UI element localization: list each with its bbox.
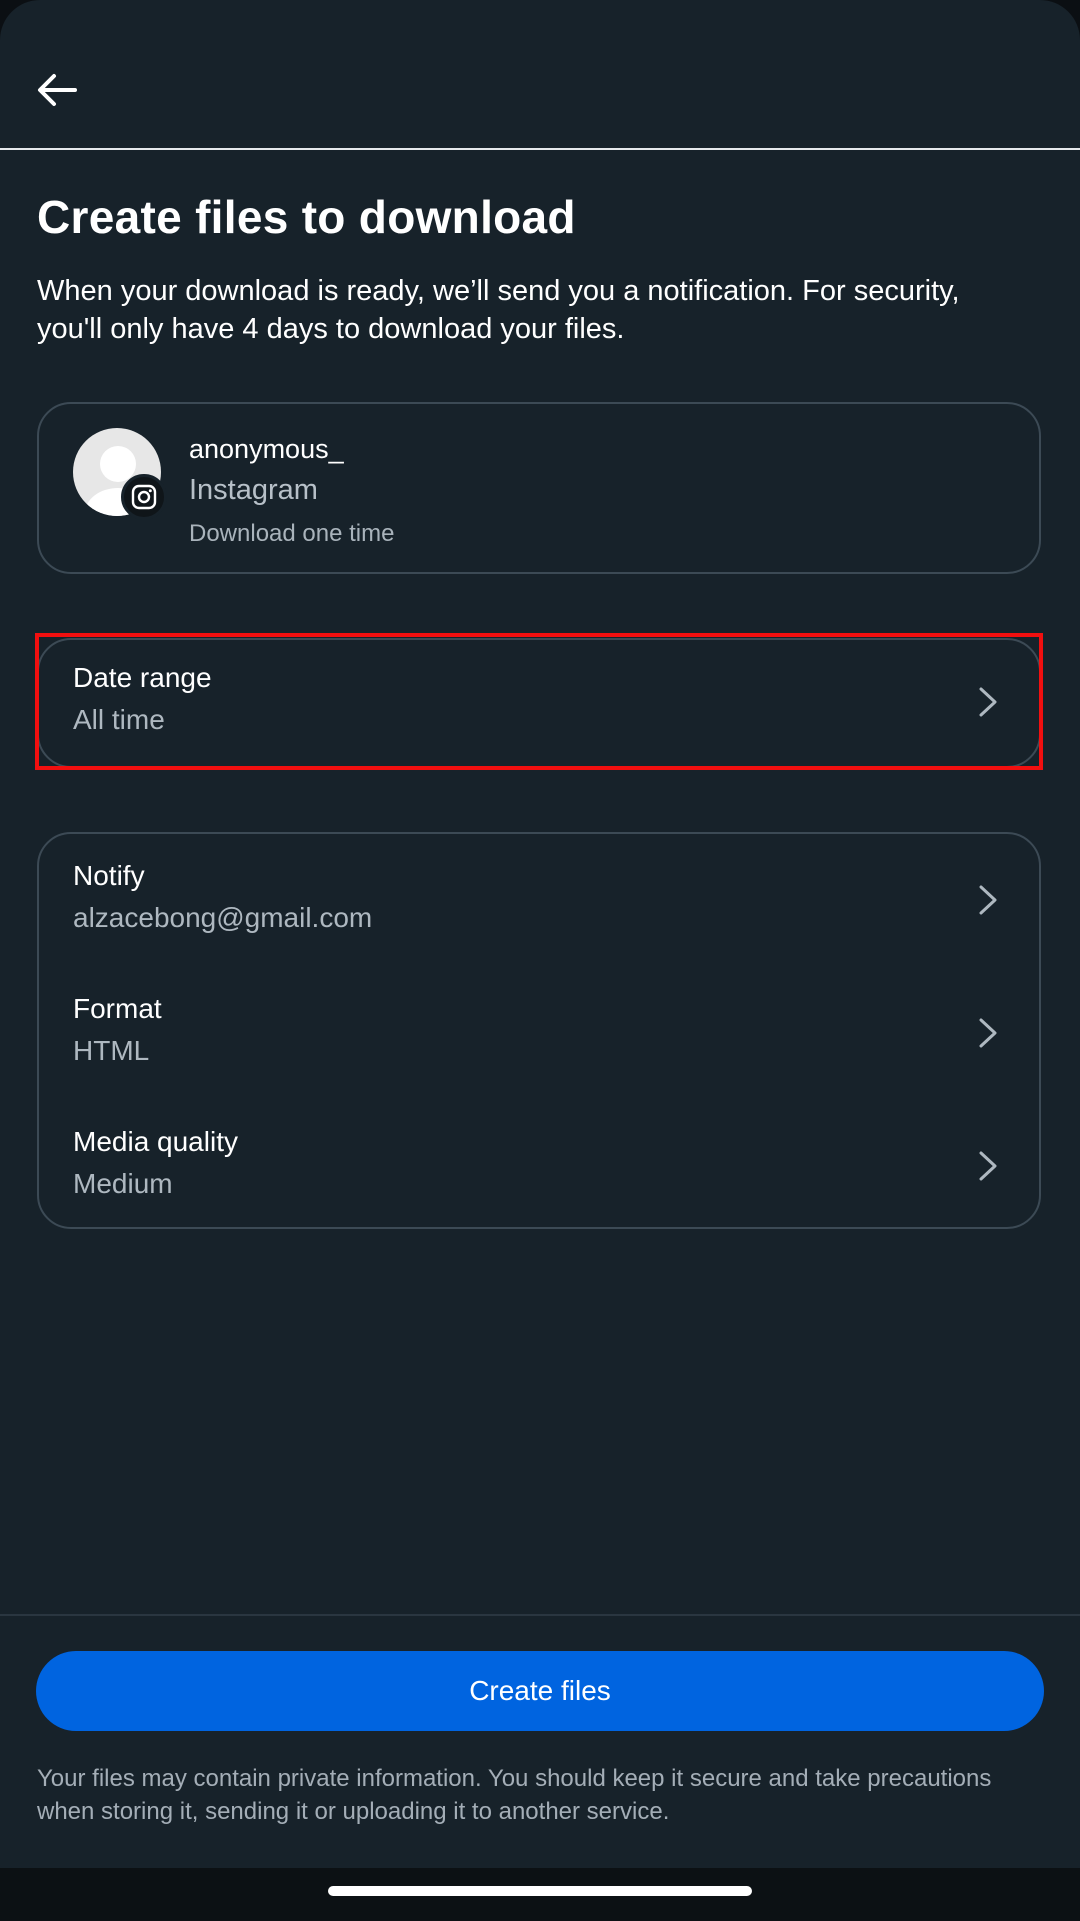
instagram-icon <box>121 474 167 520</box>
media-quality-label: Media quality <box>73 1126 238 1157</box>
account-username: anonymous_ <box>189 434 344 464</box>
account-frequency: Download one time <box>189 520 395 547</box>
privacy-disclaimer: Your files may contain private informati… <box>37 1765 992 1825</box>
notify-value: alzacebong@gmail.com <box>73 902 373 933</box>
arrow-left-icon <box>38 74 77 106</box>
media-quality-row[interactable]: Media quality Medium <box>39 1104 1039 1232</box>
chevron-right-icon <box>979 1018 997 1048</box>
notify-row[interactable]: Notify alzacebong@gmail.com <box>39 838 1039 966</box>
chevron-right-icon <box>979 1151 997 1181</box>
account-card: anonymous_ Instagram Download one time <box>37 402 1041 574</box>
page-title: Create files to download <box>37 191 576 243</box>
screen: Create files to download When your downl… <box>0 0 1080 1921</box>
format-label: Format <box>73 993 162 1024</box>
chevron-right-icon <box>979 885 997 915</box>
home-indicator[interactable] <box>328 1886 752 1896</box>
notify-label: Notify <box>73 860 145 891</box>
top-bar <box>0 0 1080 150</box>
format-value: HTML <box>73 1035 150 1066</box>
page-description: When your download is ready, we’ll send … <box>37 275 960 345</box>
format-row[interactable]: Format HTML <box>39 971 1039 1099</box>
settings-card: Notify alzacebong@gmail.com Format HTML … <box>37 832 1041 1229</box>
account-platform: Instagram <box>189 474 318 506</box>
back-button[interactable] <box>24 60 90 120</box>
chevron-right-icon <box>979 687 997 717</box>
date-range-row[interactable]: Date range All time <box>37 638 1041 768</box>
date-range-label: Date range <box>73 662 212 693</box>
media-quality-value: Medium <box>73 1168 173 1199</box>
footer-divider <box>0 1614 1080 1616</box>
create-files-button[interactable]: Create files <box>36 1651 1044 1731</box>
date-range-value: All time <box>73 704 165 735</box>
